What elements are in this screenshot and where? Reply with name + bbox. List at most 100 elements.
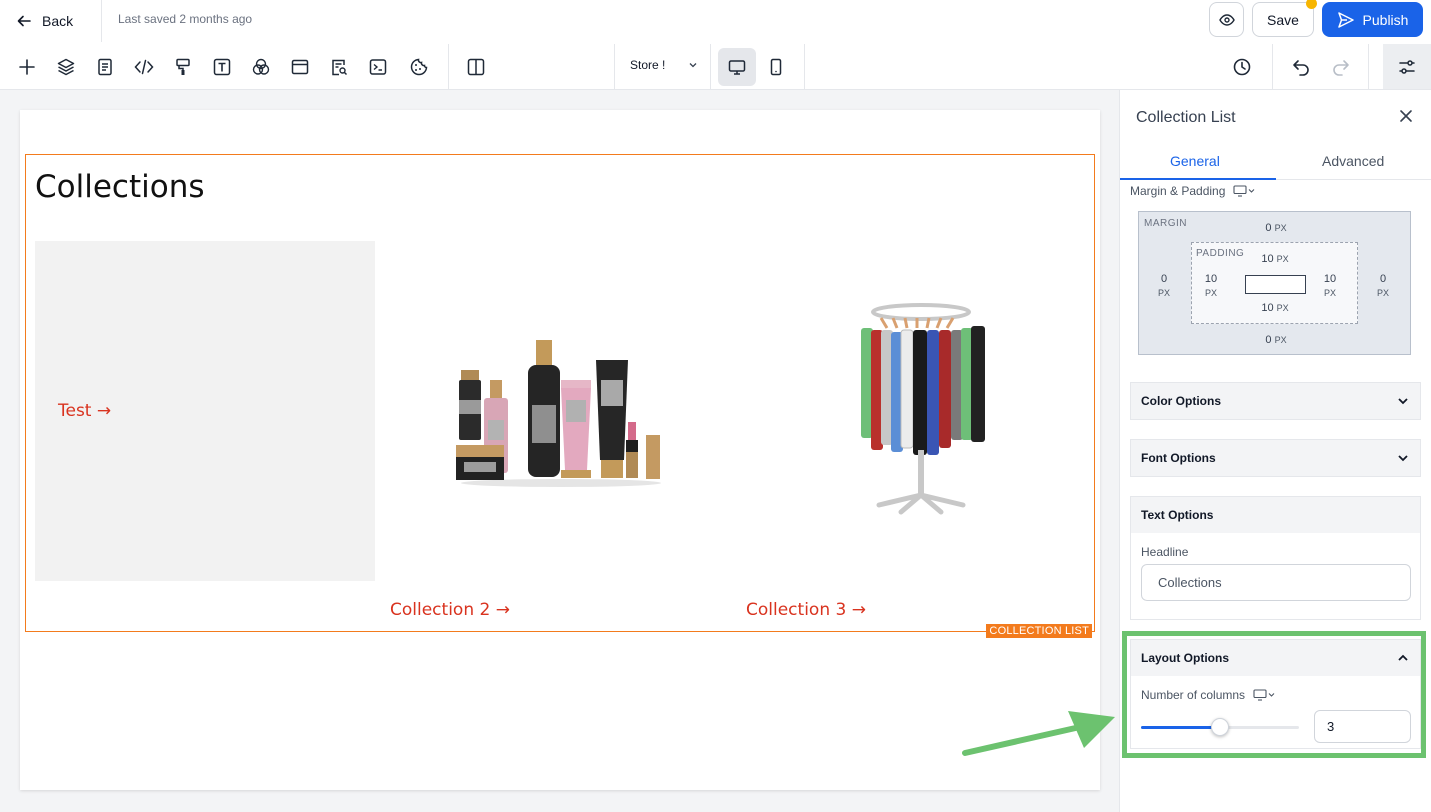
- font-options-header[interactable]: Font Options: [1131, 440, 1420, 476]
- mobile-view-button[interactable]: [757, 48, 795, 86]
- history-icon[interactable]: [1230, 55, 1254, 79]
- publish-button[interactable]: Publish: [1322, 2, 1423, 37]
- layout-options-section: Layout Options Number of columns 3: [1130, 639, 1421, 749]
- padding-box: PADDING 10 PX 10 PX 10 PX 10 PX: [1191, 242, 1358, 324]
- toolbar-divider: [804, 44, 805, 90]
- columns-slider-fill: [1141, 726, 1220, 729]
- preview-button[interactable]: [1209, 2, 1244, 37]
- text-icon[interactable]: [210, 55, 234, 79]
- desktop-view-button[interactable]: [718, 48, 756, 86]
- editor-toolbar: Store !: [0, 44, 1431, 90]
- toolbar-divider: [448, 44, 449, 90]
- mobile-icon: [770, 58, 782, 76]
- padding-top-value[interactable]: 10 PX: [1250, 252, 1300, 266]
- collections-headline[interactable]: Collections: [35, 169, 205, 205]
- store-select-value: Store !: [630, 58, 666, 72]
- text-options-title: Text Options: [1141, 508, 1214, 522]
- device-select-icon[interactable]: [1233, 185, 1255, 197]
- columns-label: Number of columns: [1141, 688, 1275, 702]
- undo-icon[interactable]: [1289, 55, 1313, 79]
- arrow-left-icon: [17, 15, 31, 27]
- settings-panel: Collection List General Advanced Margin …: [1119, 90, 1431, 812]
- block-type-badge: COLLECTION LIST: [986, 624, 1092, 638]
- columns-number-input[interactable]: 3: [1314, 710, 1411, 743]
- split-view-icon[interactable]: [464, 55, 488, 79]
- active-tab-indicator: [1120, 178, 1276, 180]
- toolbar-divider: [614, 44, 615, 90]
- panel-title: Collection List: [1136, 109, 1236, 126]
- content-box: [1245, 275, 1306, 294]
- desktop-icon: [728, 60, 746, 75]
- columns-slider-thumb[interactable]: [1211, 718, 1229, 736]
- chevron-down-icon: [1398, 455, 1408, 462]
- collection-link-2[interactable]: Collection 2 →: [390, 600, 510, 620]
- save-button[interactable]: Save: [1252, 2, 1314, 37]
- layers-icon[interactable]: [54, 55, 78, 79]
- toolbar-divider: [1272, 44, 1273, 90]
- search-document-icon[interactable]: [327, 55, 351, 79]
- tab-general[interactable]: General: [1170, 153, 1220, 169]
- pages-icon[interactable]: [93, 55, 117, 79]
- unsaved-indicator-dot: [1306, 0, 1317, 9]
- sliders-icon: [1399, 59, 1415, 74]
- send-icon: [1337, 11, 1354, 28]
- columns-label-text: Number of columns: [1141, 688, 1246, 702]
- top-bar: Back Last saved 2 months ago Save Publis…: [0, 0, 1431, 44]
- margin-right-value[interactable]: 0 PX: [1370, 272, 1396, 300]
- add-element-icon[interactable]: [15, 55, 39, 79]
- layout-options-title: Layout Options: [1141, 651, 1229, 665]
- columns-slider[interactable]: [1141, 718, 1299, 736]
- close-icon[interactable]: [1396, 106, 1416, 126]
- publish-label: Publish: [1362, 11, 1409, 28]
- padding-right-value[interactable]: 10 PX: [1317, 272, 1343, 300]
- headline-input[interactable]: Collections: [1141, 564, 1411, 601]
- color-circles-icon[interactable]: [249, 55, 273, 79]
- color-options-title: Color Options: [1141, 394, 1221, 408]
- headline-label: Headline: [1141, 545, 1189, 559]
- terminal-icon[interactable]: [366, 55, 390, 79]
- color-options-section[interactable]: Color Options: [1130, 382, 1421, 420]
- padding-caption: PADDING: [1196, 248, 1245, 259]
- margin-top-value[interactable]: 0 PX: [1251, 221, 1301, 235]
- eye-icon: [1218, 13, 1235, 26]
- cookie-icon[interactable]: [407, 55, 431, 79]
- back-label: Back: [42, 13, 74, 29]
- font-options-section[interactable]: Font Options: [1130, 439, 1421, 477]
- collection-link-test[interactable]: Test →: [58, 401, 111, 421]
- collection-list-block[interactable]: Collections Test → Collection 2 → Collec…: [25, 154, 1095, 638]
- chevron-down-icon: [689, 63, 697, 68]
- device-select-icon[interactable]: [1253, 689, 1275, 701]
- toolbar-divider: [1368, 44, 1369, 90]
- section-icon[interactable]: [288, 55, 312, 79]
- color-options-header[interactable]: Color Options: [1131, 383, 1420, 419]
- padding-bottom-value[interactable]: 10 PX: [1250, 301, 1300, 315]
- chevron-down-icon: [1398, 398, 1408, 405]
- margin-padding-label: Margin & Padding: [1130, 184, 1255, 198]
- annotation-arrow: [962, 711, 1115, 756]
- page-preview: Collections Test → Collection 2 → Collec…: [20, 110, 1100, 790]
- margin-bottom-value[interactable]: 0 PX: [1251, 333, 1301, 347]
- text-options-section: Text Options Headline Collections: [1130, 496, 1421, 620]
- clothing-rack-image[interactable]: [841, 300, 1001, 525]
- paint-roller-icon[interactable]: [171, 55, 195, 79]
- panel-tabs: General Advanced: [1120, 144, 1431, 180]
- margin-left-value[interactable]: 0 PX: [1151, 272, 1177, 300]
- back-button[interactable]: Back: [0, 0, 102, 42]
- toolbar-divider: [710, 44, 711, 90]
- chevron-up-icon: [1398, 654, 1408, 661]
- store-select[interactable]: Store !: [630, 58, 699, 72]
- tab-advanced[interactable]: Advanced: [1322, 153, 1384, 169]
- redo-icon[interactable]: [1329, 55, 1353, 79]
- padding-left-value[interactable]: 10 PX: [1198, 272, 1224, 300]
- layout-options-header[interactable]: Layout Options: [1131, 640, 1420, 676]
- collection-link-3[interactable]: Collection 3 →: [746, 600, 866, 620]
- text-options-header[interactable]: Text Options: [1131, 497, 1420, 533]
- margin-box: MARGIN 0 PX 0 PX 0 PX 0 PX PADDING 10 PX 1…: [1138, 211, 1411, 355]
- font-options-title: Font Options: [1141, 451, 1216, 465]
- margin-caption: MARGIN: [1144, 218, 1187, 229]
- code-icon[interactable]: [132, 55, 156, 79]
- settings-panel-toggle[interactable]: [1383, 44, 1431, 89]
- cosmetics-image[interactable]: [456, 340, 666, 490]
- margin-padding-text: Margin & Padding: [1130, 184, 1226, 198]
- editor-canvas: Collections Test → Collection 2 → Collec…: [0, 90, 1119, 812]
